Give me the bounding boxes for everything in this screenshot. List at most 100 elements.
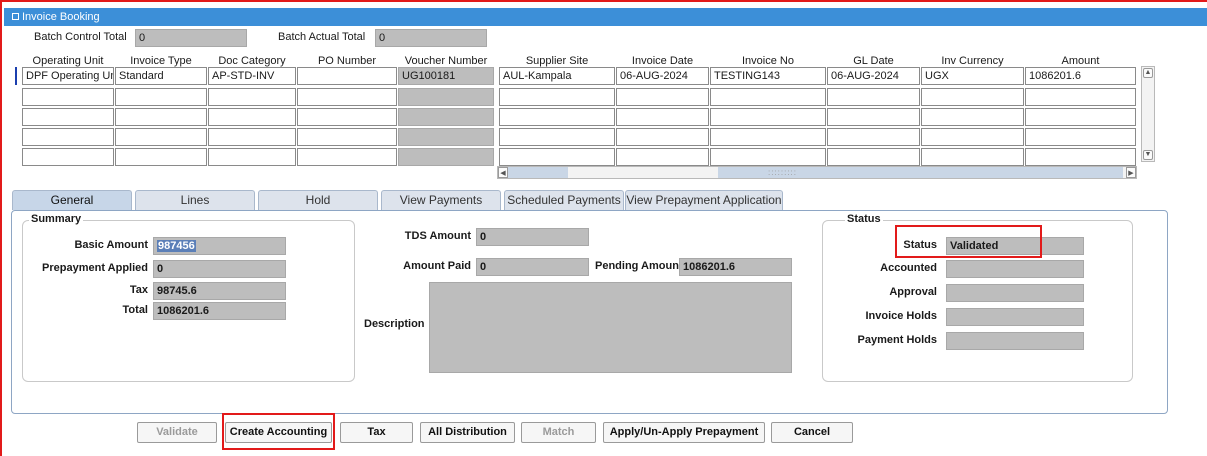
tab-view-payments[interactable]: View Payments bbox=[381, 190, 501, 210]
grid-cell-empty[interactable] bbox=[398, 128, 494, 146]
col-invoice-no: Invoice No bbox=[742, 55, 794, 67]
grid-cell-empty[interactable] bbox=[710, 88, 826, 106]
tab-lines[interactable]: Lines bbox=[135, 190, 255, 210]
grid-cell-empty[interactable] bbox=[22, 108, 114, 126]
payment-holds-field[interactable] bbox=[946, 332, 1084, 350]
grid-cell-empty[interactable] bbox=[499, 128, 615, 146]
all-distribution-button[interactable]: All Distribution bbox=[420, 422, 515, 443]
status-title: Status bbox=[845, 213, 883, 225]
grid-horizontal-scrollbar[interactable]: ◀ ::::::::: ▶ bbox=[497, 166, 1137, 179]
grid-cell-invoice-no[interactable]: TESTING143 bbox=[710, 67, 826, 85]
grid-cell-empty[interactable] bbox=[921, 148, 1024, 166]
window-title: Invoice Booking bbox=[22, 11, 100, 23]
grid-cell-doc-category[interactable]: AP-STD-INV bbox=[208, 67, 296, 85]
tax-field[interactable]: 98745.6 bbox=[153, 282, 286, 300]
total-field[interactable]: 1086201.6 bbox=[153, 302, 286, 320]
amount-paid-field[interactable]: 0 bbox=[476, 258, 589, 276]
grid-cell-empty[interactable] bbox=[208, 88, 296, 106]
grid-cell-empty[interactable] bbox=[1025, 108, 1136, 126]
scroll-down-icon[interactable]: ▼ bbox=[1143, 150, 1153, 160]
grid-cell-empty[interactable] bbox=[921, 88, 1024, 106]
tab-hold[interactable]: Hold bbox=[258, 190, 378, 210]
scroll-thumb-left[interactable] bbox=[508, 167, 568, 178]
tab-scheduled-payments[interactable]: Scheduled Payments bbox=[504, 190, 624, 210]
grid-cell-empty[interactable] bbox=[499, 148, 615, 166]
validate-button[interactable]: Validate bbox=[137, 422, 217, 443]
grid-cell-empty[interactable] bbox=[208, 128, 296, 146]
col-invoice-type: Invoice Type bbox=[130, 55, 192, 67]
grid-cell-invoice-type[interactable]: Standard bbox=[115, 67, 207, 85]
invoice-holds-field[interactable] bbox=[946, 308, 1084, 326]
grid-cell-empty[interactable] bbox=[398, 108, 494, 126]
grid-cell-empty[interactable] bbox=[616, 108, 709, 126]
grid-cell-empty[interactable] bbox=[1025, 148, 1136, 166]
grid-cell-empty[interactable] bbox=[1025, 128, 1136, 146]
grid-cell-empty[interactable] bbox=[115, 88, 207, 106]
grid-cell-empty[interactable] bbox=[115, 128, 207, 146]
prepayment-applied-field[interactable]: 0 bbox=[153, 260, 286, 278]
grid-cell-empty[interactable] bbox=[297, 108, 397, 126]
grid-cell-empty[interactable] bbox=[921, 108, 1024, 126]
grid-cell-empty[interactable] bbox=[616, 128, 709, 146]
pending-amount-field[interactable]: 1086201.6 bbox=[679, 258, 792, 276]
grid-cell-empty[interactable] bbox=[208, 108, 296, 126]
grid-cell-supplier-site[interactable]: AUL-Kampala bbox=[499, 67, 615, 85]
tab-view-prepayment-application[interactable]: View Prepayment Application bbox=[625, 190, 783, 210]
grid-cell-empty[interactable] bbox=[710, 128, 826, 146]
tab-general[interactable]: General bbox=[12, 190, 132, 210]
tax-button[interactable]: Tax bbox=[340, 422, 413, 443]
grid-cell-empty[interactable] bbox=[297, 128, 397, 146]
grid-cell-empty[interactable] bbox=[398, 148, 494, 166]
grid-vertical-scrollbar[interactable]: ▲ ▼ bbox=[1141, 66, 1155, 162]
batch-actual-total-field[interactable]: 0 bbox=[375, 29, 487, 47]
grid-cell-invoice-date[interactable]: 06-AUG-2024 bbox=[616, 67, 709, 85]
apply-prepayment-button[interactable]: Apply/Un-Apply Prepayment bbox=[603, 422, 765, 443]
grid-cell-empty[interactable] bbox=[921, 128, 1024, 146]
grid-cell-inv-currency[interactable]: UGX bbox=[921, 67, 1024, 85]
grid-cell-voucher-number[interactable]: UG100181 bbox=[398, 67, 494, 85]
grid-cell-empty[interactable] bbox=[115, 108, 207, 126]
accounted-field[interactable] bbox=[946, 260, 1084, 278]
grid-cell-empty[interactable] bbox=[710, 148, 826, 166]
grid-cell-empty[interactable] bbox=[616, 148, 709, 166]
grid-cell-empty[interactable] bbox=[827, 128, 920, 146]
grid-cell-empty[interactable] bbox=[297, 148, 397, 166]
grid-cell-empty[interactable] bbox=[1025, 88, 1136, 106]
status-label: Status bbox=[903, 239, 937, 251]
approval-field[interactable] bbox=[946, 284, 1084, 302]
scroll-left-icon[interactable]: ◀ bbox=[498, 167, 508, 178]
grid-cell-empty[interactable] bbox=[22, 128, 114, 146]
window-titlebar: Invoice Booking bbox=[4, 8, 1207, 26]
col-inv-currency: Inv Currency bbox=[941, 55, 1004, 67]
basic-amount-field[interactable]: 987456 bbox=[153, 237, 286, 255]
grid-cell-gl-date[interactable]: 06-AUG-2024 bbox=[827, 67, 920, 85]
grid-cell-empty[interactable] bbox=[22, 88, 114, 106]
grid-cell-empty[interactable] bbox=[827, 108, 920, 126]
scroll-up-icon[interactable]: ▲ bbox=[1143, 68, 1153, 78]
create-accounting-button[interactable]: Create Accounting bbox=[225, 422, 332, 443]
grid-cell-empty[interactable] bbox=[616, 88, 709, 106]
grid-cell-po-number[interactable] bbox=[297, 67, 397, 85]
grid-cell-empty[interactable] bbox=[827, 148, 920, 166]
col-invoice-date: Invoice Date bbox=[631, 55, 694, 67]
scroll-right-icon[interactable]: ▶ bbox=[1126, 167, 1136, 178]
grid-cell-empty[interactable] bbox=[115, 148, 207, 166]
status-field[interactable]: Validated bbox=[946, 237, 1084, 255]
grid-cell-empty[interactable] bbox=[297, 88, 397, 106]
grid-cell-empty[interactable] bbox=[827, 88, 920, 106]
col-supplier-site: Supplier Site bbox=[525, 55, 589, 67]
batch-control-total-field[interactable]: 0 bbox=[135, 29, 247, 47]
grid-cell-empty[interactable] bbox=[499, 88, 615, 106]
grid-cell-empty[interactable] bbox=[710, 108, 826, 126]
grid-cell-amount[interactable]: 1086201.6 bbox=[1025, 67, 1136, 85]
grid-cell-empty[interactable] bbox=[208, 148, 296, 166]
grid-cell-empty[interactable] bbox=[398, 88, 494, 106]
cancel-button[interactable]: Cancel bbox=[771, 422, 853, 443]
grid-cell-empty[interactable] bbox=[22, 148, 114, 166]
payment-holds-label: Payment Holds bbox=[857, 334, 937, 346]
grid-cell-empty[interactable] bbox=[499, 108, 615, 126]
description-field[interactable] bbox=[429, 282, 792, 373]
match-button[interactable]: Match bbox=[521, 422, 596, 443]
tds-amount-field[interactable]: 0 bbox=[476, 228, 589, 246]
grid-cell-operating-unit[interactable]: DPF Operating Uni bbox=[22, 67, 114, 85]
